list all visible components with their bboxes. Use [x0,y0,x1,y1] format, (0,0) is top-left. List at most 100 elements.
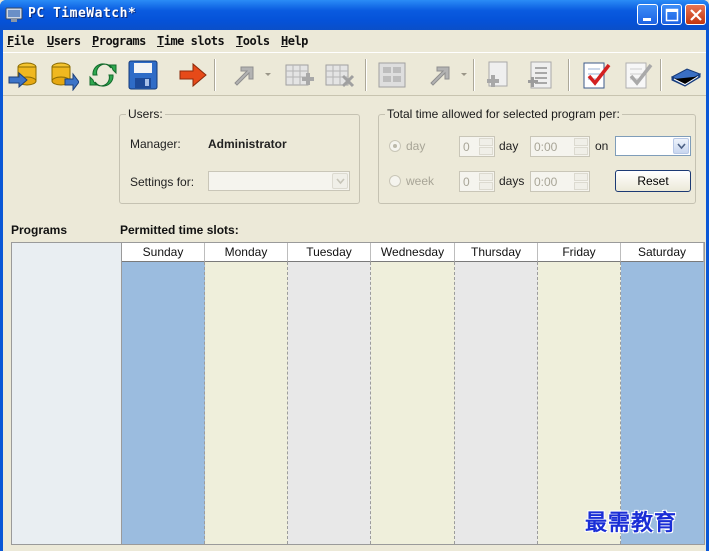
timeslot-grid-button[interactable] [375,57,411,93]
title-bar[interactable]: PC TimeWatch* [0,0,709,30]
refresh-icon [89,63,117,87]
spin-up-button[interactable] [479,138,493,146]
day-unit-label: day [499,139,519,153]
week-time-spinner[interactable]: 0:00 [530,171,590,192]
per-day-label: day [406,139,426,153]
spin-up-button[interactable] [479,173,493,181]
day-header-wednesday[interactable]: Wednesday [371,243,455,262]
per-week-radio[interactable] [389,175,401,187]
menu-bar: File Users Programs Time slots Tools Hel… [3,30,706,52]
check-document-2-icon [625,62,653,89]
toolbar-separator [568,59,570,91]
menu-help[interactable]: Help [281,34,308,48]
goto-2-dropdown-arrow[interactable] [461,73,467,76]
reset-button[interactable]: Reset [615,170,691,192]
day-column-thursday[interactable] [455,262,538,544]
day-time-spinner[interactable]: 0:00 [530,136,590,157]
on-day-dropdown-button[interactable] [673,138,689,154]
forward-button[interactable] [175,57,211,93]
day-column-wednesday[interactable] [371,262,455,544]
spin-up-button[interactable] [574,173,588,181]
on-day-select[interactable] [615,136,691,156]
check-document-button[interactable] [577,57,613,93]
add-program-button[interactable] [481,57,517,93]
timeslot-grid-icon [378,62,406,88]
import-users-button[interactable] [45,57,81,93]
week-count-spin-buttons [479,173,493,190]
app-icon [5,6,23,23]
chevron-down-icon [336,178,345,185]
check-document-2-button[interactable] [619,57,655,93]
spin-down-button[interactable] [479,147,493,155]
goto-2-button[interactable] [421,57,457,93]
add-timeslot-button[interactable] [281,57,317,93]
program-list-icon [528,61,552,89]
program-list-button[interactable] [523,57,559,93]
day-header-tuesday[interactable]: Tuesday [288,243,371,262]
day-column-tuesday[interactable] [288,262,371,544]
users-group-legend: Users: [126,107,165,121]
menu-file[interactable]: File [7,34,34,48]
help-book-icon [670,68,701,87]
toolbar [3,52,706,96]
menu-programs[interactable]: Programs [92,34,146,48]
close-button[interactable] [685,4,706,25]
programs-list[interactable] [11,242,123,545]
day-count-spin-buttons [479,138,493,155]
settings-for-label: Settings for: [130,175,195,189]
menu-time-slots[interactable]: Time slots [157,34,225,48]
day-count-spinner[interactable]: 0 [459,136,495,157]
day-column-friday[interactable] [538,262,621,544]
time-allowed-group: Total time allowed for selected program … [378,107,696,204]
goto-2-icon [430,66,450,86]
settings-for-dropdown-button[interactable] [332,173,348,189]
day-column-monday[interactable] [205,262,288,544]
save-icon [128,60,158,90]
week-count-value: 0 [463,175,470,189]
day-header-thursday[interactable]: Thursday [455,243,538,262]
goto-dropdown-arrow[interactable] [265,73,271,76]
minimize-icon [643,18,651,21]
spin-up-button[interactable] [574,138,588,146]
minimize-button[interactable] [637,4,658,25]
per-week-label: week [406,174,435,188]
client-area: File Users Programs Time slots Tools Hel… [3,30,706,551]
menu-tools[interactable]: Tools [236,34,270,48]
save-button[interactable] [125,57,161,93]
goto-icon [234,66,254,86]
day-header-sunday[interactable]: Sunday [122,243,205,262]
time-slots-title: Permitted time slots: [120,223,239,237]
check-document-icon [583,62,611,89]
day-column-saturday[interactable] [621,262,704,544]
help-button[interactable] [667,57,703,93]
open-users-button[interactable] [5,57,41,93]
add-timeslot-icon [285,64,314,86]
spin-down-button[interactable] [574,147,588,155]
time-slots-grid[interactable]: Sunday Monday Tuesday Wednesday Thursday Frid… [121,242,705,545]
week-count-spinner[interactable]: 0 [459,171,495,192]
day-column-sunday[interactable] [122,262,205,544]
day-header-saturday[interactable]: Saturday [621,243,704,262]
goto-button[interactable] [225,57,261,93]
programs-title: Programs [11,223,68,237]
users-group: Users: Manager: Administrator Settings f… [119,107,360,204]
toolbar-separator [214,59,216,91]
forward-arrow-icon [179,62,207,88]
window-title: PC TimeWatch* [28,6,137,21]
toolbar-separator [365,59,367,91]
close-icon [690,9,702,21]
spin-down-button[interactable] [574,182,588,190]
per-day-radio[interactable] [389,140,401,152]
maximize-button[interactable] [661,4,682,25]
delete-timeslot-button[interactable] [321,57,357,93]
maximize-icon [665,8,679,22]
refresh-button[interactable] [85,57,121,93]
menu-users[interactable]: Users [47,34,81,48]
manager-label: Manager: [130,137,181,151]
day-header-friday[interactable]: Friday [538,243,621,262]
on-label: on [595,139,609,153]
spin-down-button[interactable] [479,182,493,190]
settings-for-select[interactable] [208,171,350,191]
watermark-text: 最需教育 [585,510,678,536]
day-header-monday[interactable]: Monday [205,243,288,262]
